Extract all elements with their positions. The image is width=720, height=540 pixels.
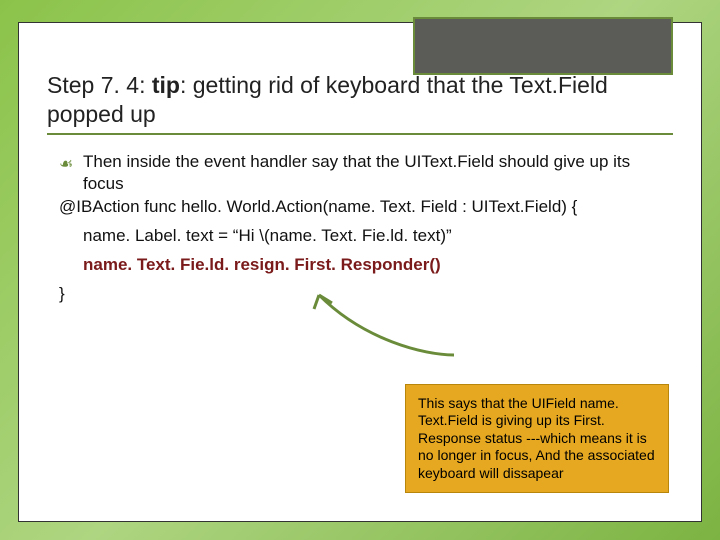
leaf-bullet-icon: ☙ <box>59 154 73 176</box>
title-underline <box>47 133 673 135</box>
callout-box: This says that the UIField name. Text.Fi… <box>405 384 669 494</box>
code-close-brace: } <box>59 283 673 306</box>
callout-text: This says that the UIField name. Text.Fi… <box>418 395 655 481</box>
corner-decoration <box>413 17 673 75</box>
slide-title: Step 7. 4: tip: getting rid of keyboard … <box>47 71 673 129</box>
title-step: Step 7. 4: <box>47 72 152 98</box>
slide-card: Step 7. 4: tip: getting rid of keyboard … <box>18 22 702 522</box>
bullet-line: ☙ Then inside the event handler say that… <box>59 151 673 197</box>
code-line-1: @IBAction func hello. World.Action(name.… <box>59 196 673 219</box>
bullet-text: Then inside the event handler say that t… <box>83 152 630 194</box>
title-tip-word: tip <box>152 72 180 98</box>
slide-content: ☙ Then inside the event handler say that… <box>47 151 673 307</box>
code-line-3: name. Text. Fie.ld. resign. First. Respo… <box>59 254 673 277</box>
code-line-2: name. Label. text = “Hi \(name. Text. Fi… <box>59 225 673 248</box>
